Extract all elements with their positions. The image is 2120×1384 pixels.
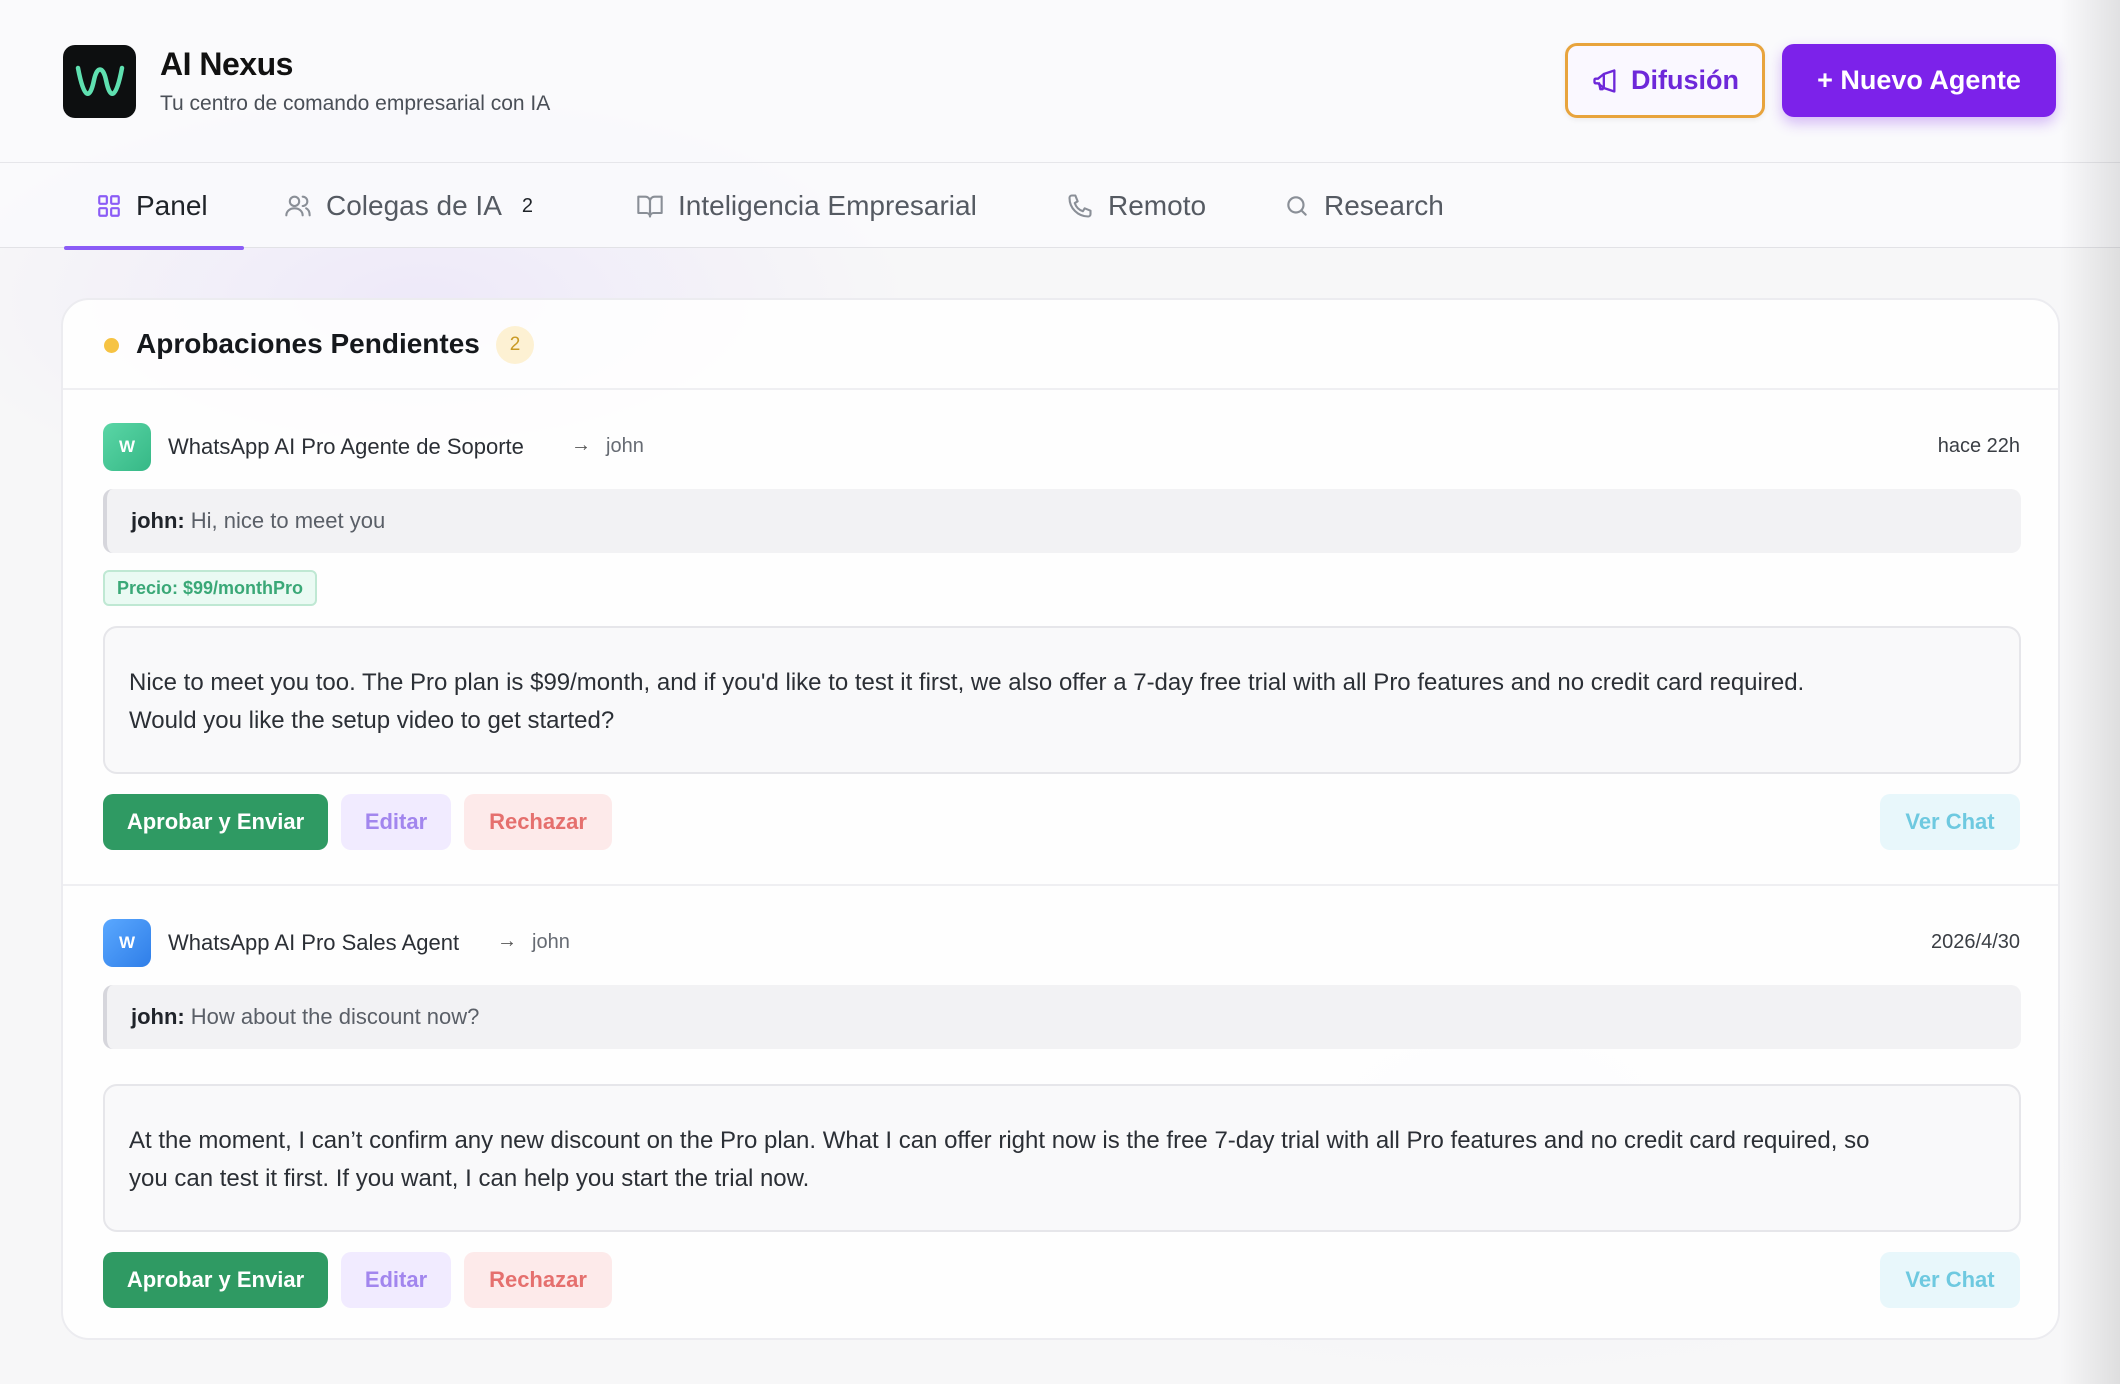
tab-label: Inteligencia Empresarial [678,190,977,221]
megaphone-icon [1593,68,1616,93]
tab-business-intelligence[interactable]: Inteligencia Empresarial [636,163,977,249]
users-icon [285,195,311,217]
arrow-right-icon: → [571,434,591,456]
incoming-message: john: How about the discount now? [103,985,2021,1049]
reject-button[interactable]: Rechazar [464,794,612,850]
draft-reply[interactable]: Nice to meet you too. The Pro plan is $9… [103,626,2021,774]
message-text: How about the discount now? [190,1004,480,1029]
reply-text-line: Would you like the setup video to get st… [129,707,615,734]
broadcast-label: Difusión [1631,65,1739,95]
pending-status-dot [104,338,119,353]
approval-item: W WhatsApp AI Pro Sales Agent → john 202… [63,884,2058,1340]
reply-text-line: At the moment, I can’t confirm any new d… [129,1127,1870,1154]
tab-label: Research [1324,190,1444,221]
reject-button[interactable]: Rechazar [464,1252,612,1308]
tab-remote[interactable]: Remoto [1066,163,1206,249]
message-text: Hi, nice to meet you [190,508,386,533]
w-wave-logo-icon [75,65,124,96]
edit-button[interactable]: Editar [341,794,451,850]
phone-icon [1068,194,1092,218]
app-subtitle: Tu centro de comando empresarial con IA [160,92,551,115]
reply-text-line: you can test it first. If you want, I ca… [129,1165,810,1192]
price-tag: Precio: $99/monthPro [103,570,318,606]
pending-approvals-card: Aprobaciones Pendientes 2 W WhatsApp AI … [61,298,2060,1340]
card-header: Aprobaciones Pendientes 2 [63,300,2058,390]
edit-button[interactable]: Editar [341,1252,451,1308]
timestamp: 2026/4/30 [1931,931,2020,953]
tab-count-badge: 2 [521,194,534,217]
timestamp: hace 22h [1937,435,2020,457]
draft-reply[interactable]: At the moment, I can’t confirm any new d… [103,1084,2021,1232]
tab-panel[interactable]: Panel [64,163,244,250]
app-title: AI Nexus [160,46,293,82]
agent-name: WhatsApp AI Pro Agente de Soporte [168,434,524,459]
message-sender: john: [131,1004,185,1029]
agent-name: WhatsApp AI Pro Sales Agent [168,930,460,955]
app-header: AI Nexus Tu centro de comando empresaria… [0,0,2120,162]
tab-label: Remoto [1108,190,1207,221]
tab-label: Colegas de IA [326,190,502,221]
tab-ai-colleagues[interactable]: Colegas de IA 2 [284,163,533,249]
grid-icon [98,195,120,217]
approval-item: W WhatsApp AI Pro Agente de Soporte → jo… [63,390,2058,884]
message-sender: john: [131,508,185,533]
agent-avatar: W [103,423,151,471]
main-tabs: Panel Colegas de IA 2 Inteligencia Empre… [0,162,2120,250]
app-logo[interactable] [63,45,136,118]
view-chat-button[interactable]: Ver Chat [1880,794,2020,850]
tab-label: Panel [136,190,208,221]
agent-avatar: W [103,919,151,967]
recipient-name: john [606,435,644,457]
card-title: Aprobaciones Pendientes [136,328,480,359]
search-icon [1287,196,1307,216]
incoming-message: john: Hi, nice to meet you [103,489,2021,553]
reply-text-line: Nice to meet you too. The Pro plan is $9… [129,669,1805,696]
book-icon [637,195,663,218]
approve-send-button[interactable]: Aprobar y Enviar [103,1252,328,1308]
pending-count-badge: 2 [496,326,534,364]
broadcast-button[interactable]: Difusión [1565,43,1765,118]
tab-research[interactable]: Research [1284,163,1444,249]
new-agent-button[interactable]: + Nuevo Agente [1782,44,2056,117]
approve-send-button[interactable]: Aprobar y Enviar [103,794,328,850]
arrow-right-icon: → [497,930,517,952]
view-chat-button[interactable]: Ver Chat [1880,1252,2020,1308]
recipient-name: john [532,931,570,953]
